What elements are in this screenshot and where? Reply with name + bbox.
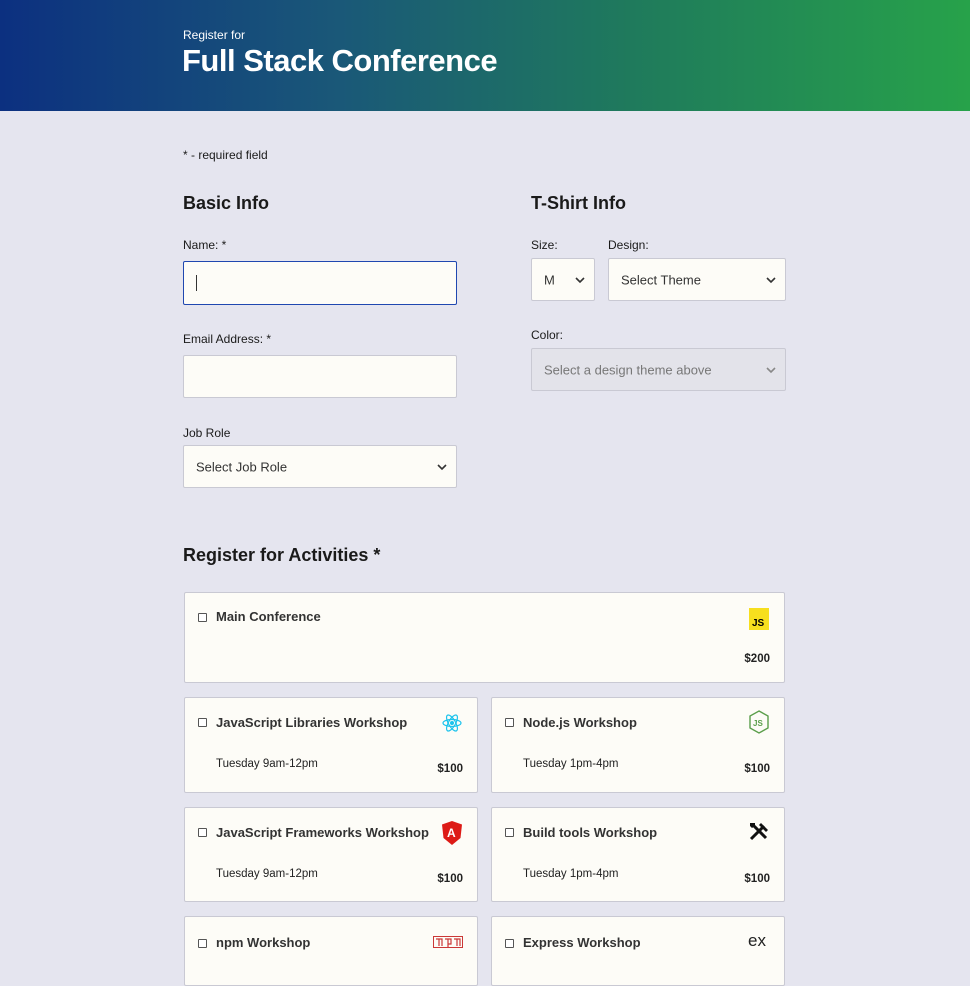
activity-cost: $100 <box>437 763 463 775</box>
activity-js-frameworks[interactable]: JavaScript Frameworks Workshop A Tuesday… <box>184 807 478 902</box>
activity-cost: $100 <box>744 763 770 775</box>
chevron-down-icon <box>437 463 447 470</box>
name-label: Name: * <box>183 238 227 252</box>
activity-name: npm Workshop <box>216 935 311 950</box>
activity-name: JavaScript Libraries Workshop <box>216 715 408 730</box>
svg-text:JS: JS <box>753 719 763 728</box>
activity-name: Build tools Workshop <box>523 825 658 840</box>
color-label: Color: <box>531 328 564 342</box>
email-label: Email Address: * <box>183 332 272 346</box>
activity-main-conference[interactable]: Main Conference JS $200 <box>184 592 785 683</box>
size-value: M <box>544 272 555 287</box>
activity-name: Express Workshop <box>523 935 641 950</box>
react-icon <box>442 714 462 732</box>
npm-icon <box>433 936 463 948</box>
page-header: Register for Full Stack Conference <box>0 0 970 111</box>
basic-info-heading: Basic Info <box>183 193 270 213</box>
activity-time: Tuesday 9am-12pm <box>216 868 318 880</box>
email-field[interactable] <box>183 355 457 398</box>
tools-icon <box>749 822 768 841</box>
activity-time: Tuesday 1pm-4pm <box>523 868 619 880</box>
svg-text:A: A <box>447 826 456 840</box>
angular-icon: A <box>442 821 462 845</box>
svg-text:ex: ex <box>748 932 766 948</box>
activity-checkbox[interactable] <box>198 828 207 837</box>
activity-cost: $100 <box>437 873 463 885</box>
design-select[interactable]: Select Theme <box>608 258 786 301</box>
activity-checkbox[interactable] <box>198 718 207 727</box>
activity-express[interactable]: Express Workshop ex <box>491 916 785 986</box>
header-pretitle: Register for <box>183 28 246 42</box>
activity-js-libraries[interactable]: JavaScript Libraries Workshop Tuesday 9a… <box>184 697 478 793</box>
activity-time: Tuesday 1pm-4pm <box>523 758 619 770</box>
name-field[interactable] <box>183 261 457 305</box>
nodejs-icon: JS <box>749 710 769 734</box>
chevron-down-icon <box>766 366 776 373</box>
activity-npm[interactable]: npm Workshop <box>184 916 478 986</box>
text-caret <box>196 275 197 291</box>
chevron-down-icon <box>575 276 585 283</box>
activity-cost: $100 <box>744 873 770 885</box>
size-label: Size: <box>531 238 558 252</box>
activity-time: Tuesday 9am-12pm <box>216 758 318 770</box>
activity-name: Main Conference <box>216 609 321 624</box>
activity-checkbox[interactable] <box>198 613 207 622</box>
color-value: Select a design theme above <box>544 362 712 377</box>
activity-checkbox[interactable] <box>505 718 514 727</box>
js-icon: JS <box>749 608 769 630</box>
activity-name: Node.js Workshop <box>523 715 637 730</box>
tshirt-info-heading: T-Shirt Info <box>531 193 626 213</box>
express-icon: ex <box>748 932 766 948</box>
activity-checkbox[interactable] <box>505 828 514 837</box>
activity-name: JavaScript Frameworks Workshop <box>216 825 429 840</box>
activity-checkbox[interactable] <box>198 939 207 948</box>
job-role-label: Job Role <box>183 426 231 440</box>
color-select[interactable]: Select a design theme above <box>531 348 786 391</box>
job-role-select[interactable]: Select Job Role <box>183 445 457 488</box>
design-label: Design: <box>608 238 649 252</box>
activity-build-tools[interactable]: Build tools Workshop Tuesday 1pm-4pm $10… <box>491 807 785 902</box>
design-value: Select Theme <box>621 272 701 287</box>
svg-text:JS: JS <box>752 618 765 629</box>
activity-checkbox[interactable] <box>505 939 514 948</box>
size-select[interactable]: M <box>531 258 595 301</box>
job-role-value: Select Job Role <box>196 459 288 474</box>
chevron-down-icon <box>766 276 776 283</box>
required-field-note: * - required field <box>183 148 268 162</box>
activity-cost: $200 <box>744 653 770 665</box>
activities-heading: Register for Activities * <box>183 545 381 565</box>
activity-nodejs[interactable]: Node.js Workshop JS Tuesday 1pm-4pm $100 <box>491 697 785 793</box>
page-title: Full Stack Conference <box>182 43 498 78</box>
